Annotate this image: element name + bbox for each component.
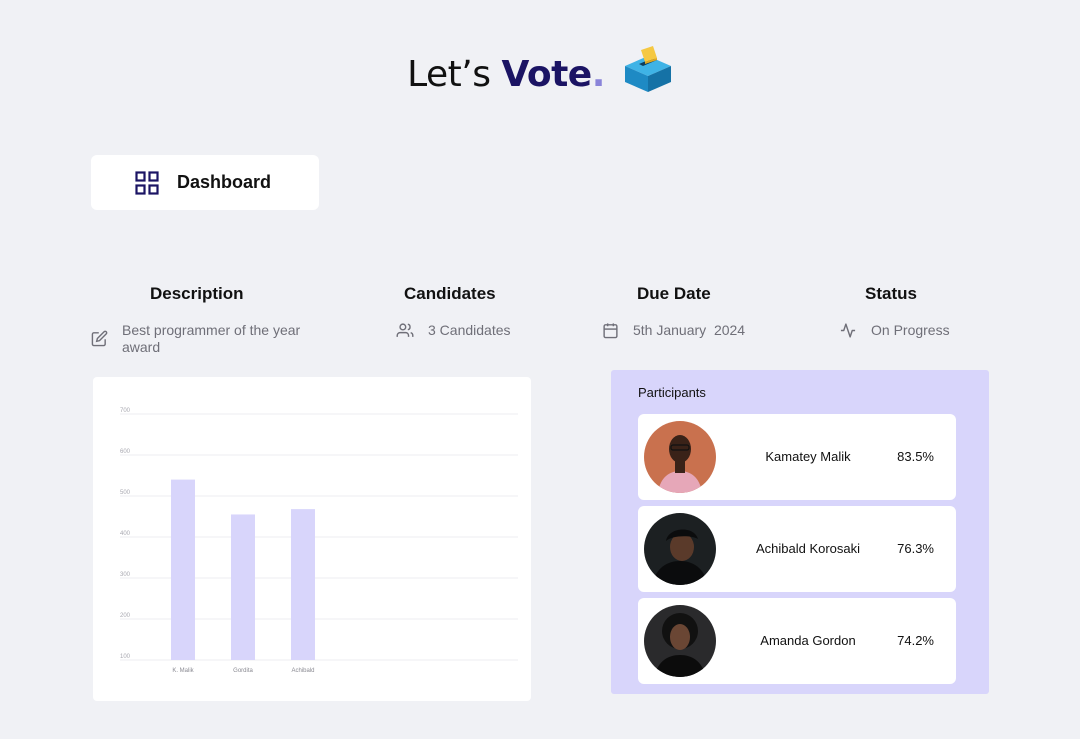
participant-name: Kamatey Malik	[765, 449, 851, 464]
status-heading: Status	[865, 284, 917, 303]
users-icon	[396, 323, 414, 337]
y-tick-label: 100	[120, 654, 131, 660]
due-date-text: 5th January 2024	[633, 322, 746, 338]
participant-name: Amanda Gordon	[760, 633, 856, 648]
results-chart-card: 100 200 300 400 500 600 700 K. Malik Gordita Achi…	[93, 377, 531, 701]
title-prefix: Let’s	[407, 53, 502, 95]
dashboard-label: Dashboard	[177, 172, 272, 192]
bar-k-malik	[171, 479, 195, 660]
y-tick-label: 400	[120, 531, 131, 537]
participant-row[interactable]: Amanda Gordon 74.2%	[638, 598, 956, 684]
avatar	[644, 605, 716, 677]
y-tick-label: 600	[120, 449, 131, 455]
description-value: Best programmer of the year award	[91, 322, 331, 356]
avatar	[644, 421, 716, 493]
due-date-heading: Due Date	[637, 284, 711, 303]
candidates-heading: Candidates	[404, 284, 496, 303]
participants-title: Participants	[638, 385, 706, 400]
avatar	[644, 513, 716, 585]
participant-row[interactable]: Kamatey Malik 83.5%	[638, 414, 956, 500]
activity-icon	[840, 323, 856, 338]
title-dot: .	[591, 53, 606, 95]
results-bar-chart: 100 200 300 400 500 600 700 K. Malik Gordita Achi…	[120, 408, 518, 674]
y-tick-label: 700	[120, 408, 131, 414]
page-title: Let’s Vote.	[0, 46, 1080, 98]
x-tick-label: Gordita	[233, 668, 253, 674]
title-text: Let’s Vote.	[407, 54, 605, 95]
candidates-section: Candidates 3 Candidates	[396, 284, 511, 338]
edit-icon	[91, 330, 108, 347]
participants-panel: Participants Kamatey Malik 83.5% Achibal…	[611, 370, 989, 694]
y-tick-label: 200	[120, 613, 131, 619]
y-tick-label: 500	[120, 490, 131, 496]
participant-percent: 76.3%	[897, 541, 934, 556]
description-section: Description Best programmer of the year …	[91, 284, 300, 355]
dashboard-nav-item[interactable]: Dashboard	[91, 155, 319, 210]
due-date-value: 5th January 2024	[602, 322, 782, 339]
participant-percent: 74.2%	[897, 633, 934, 648]
title-emphasis: Vote	[501, 53, 592, 95]
candidates-count: 3 Candidates	[428, 322, 511, 338]
status-text: On Progress	[871, 322, 950, 338]
candidates-value: 3 Candidates	[396, 322, 556, 339]
status-value: On Progress	[839, 322, 979, 339]
bar-gordita	[231, 514, 255, 660]
description-line-2: award	[122, 339, 161, 355]
description-line-1: Best programmer of the year	[122, 322, 301, 338]
participant-name: Achibald Korosaki	[755, 541, 861, 556]
y-tick-label: 300	[120, 572, 131, 578]
participant-percent: 83.5%	[897, 449, 934, 464]
calendar-icon	[603, 323, 618, 339]
bar-achibald	[291, 509, 315, 660]
description-heading: Description	[150, 284, 244, 303]
x-tick-label: K. Malik	[172, 668, 194, 674]
due-date-section: Due Date 5th January 2024	[603, 284, 745, 339]
participant-row[interactable]: Achibald Korosaki 76.3%	[638, 506, 956, 592]
grid-icon	[135, 170, 159, 195]
status-section: Status On Progress	[840, 284, 950, 338]
ballot-box-icon	[624, 46, 671, 92]
x-tick-label: Achibald	[291, 668, 314, 674]
